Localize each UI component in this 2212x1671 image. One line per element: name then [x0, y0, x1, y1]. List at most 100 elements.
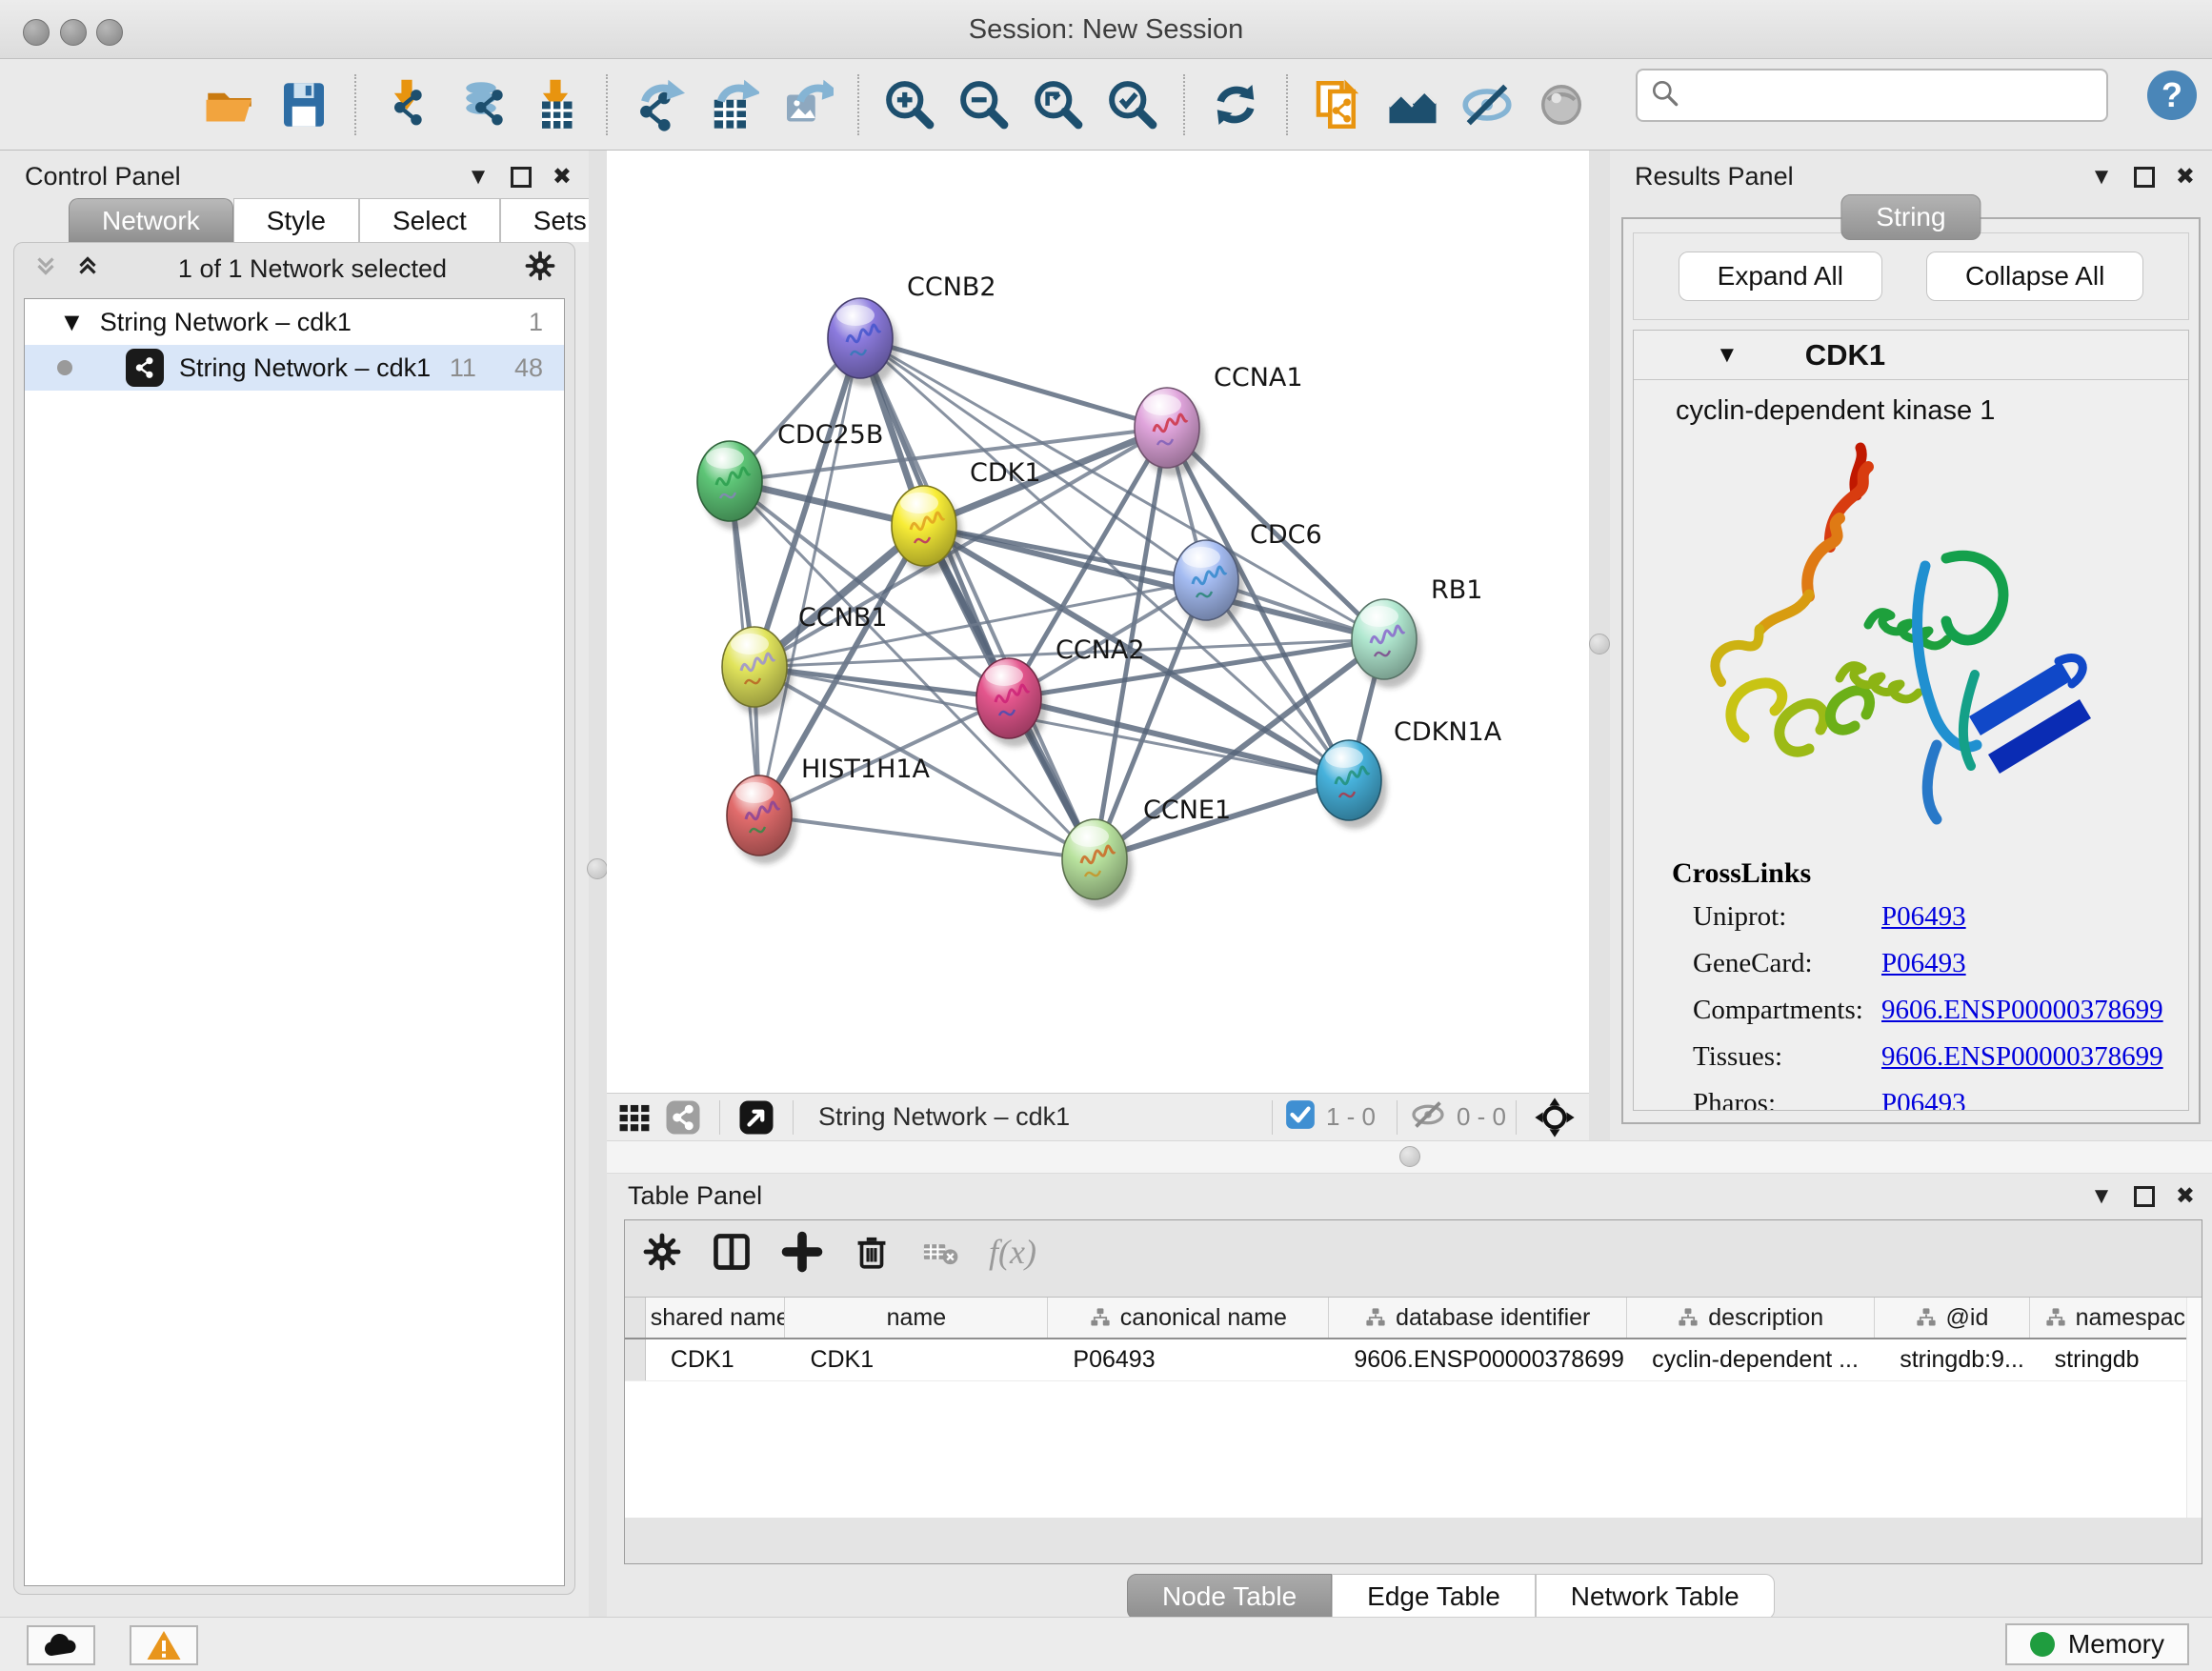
selected-count: 1 - 0: [1326, 1102, 1376, 1132]
column-header-namespac[interactable]: namespac: [2030, 1298, 2202, 1338]
zoom-fit-icon[interactable]: [1021, 70, 1096, 139]
network-node-CDC25B[interactable]: CDC25B: [697, 420, 883, 521]
save-session-icon[interactable]: [267, 70, 341, 139]
show-hide-icon[interactable]: [1450, 70, 1524, 139]
expand-all-icon[interactable]: [73, 252, 102, 287]
crosslink-link[interactable]: 9606.ENSP00000378699: [1881, 995, 2163, 1026]
tab-network[interactable]: Network: [69, 198, 233, 242]
export-table-icon[interactable]: [695, 70, 770, 139]
float-panel-icon[interactable]: ▼: [2090, 164, 2113, 191]
maximize-panel-icon[interactable]: [511, 167, 532, 188]
network-node-CCNB2[interactable]: CCNB2: [828, 272, 996, 378]
copy-style-icon[interactable]: [1301, 70, 1376, 139]
column-header-canonical-name[interactable]: canonical name: [1048, 1298, 1329, 1338]
network-node-CCNE1[interactable]: CCNE1: [1062, 795, 1231, 899]
float-panel-icon[interactable]: ▼: [467, 164, 490, 191]
import-database-icon[interactable]: [444, 70, 518, 139]
table-cell[interactable]: P06493: [1048, 1339, 1329, 1380]
function-builder-icon[interactable]: f(x): [989, 1232, 1036, 1272]
column-header-description[interactable]: description: [1627, 1298, 1875, 1338]
table-cell[interactable]: stringdb: [2030, 1339, 2202, 1380]
string-view-icon[interactable]: [664, 1098, 702, 1137]
horizontal-splitter[interactable]: [607, 1140, 2212, 1174]
column-header-database-identifier[interactable]: database identifier: [1329, 1298, 1627, 1338]
tree-caret-icon[interactable]: ▼: [59, 308, 85, 337]
network-canvas[interactable]: CCNB2CCNA1CDC25BCDK1CDC6RB1CCNB1CCNA2CDK…: [607, 151, 1589, 1093]
selected-checkbox-icon[interactable]: [1284, 1098, 1317, 1136]
close-panel-icon[interactable]: ✖: [553, 163, 572, 191]
help-button[interactable]: ?: [2147, 70, 2197, 120]
zoom-out-icon[interactable]: [947, 70, 1021, 139]
close-panel-icon[interactable]: ✖: [2176, 163, 2195, 191]
import-table-icon[interactable]: [518, 70, 593, 139]
maximize-panel-icon[interactable]: [2134, 167, 2155, 188]
column-header-name[interactable]: name: [785, 1298, 1048, 1338]
gene-section-header[interactable]: ▼ CDK1: [1634, 331, 2188, 380]
table-cell[interactable]: 9606.ENSP00000378699: [1329, 1339, 1627, 1380]
show-columns-icon[interactable]: [711, 1231, 753, 1273]
section-caret-icon[interactable]: ▼: [1716, 342, 1739, 369]
search-input[interactable]: [1681, 81, 2106, 111]
crosslink-link[interactable]: P06493: [1881, 901, 1966, 933]
table-cell[interactable]: cyclin-dependent ...: [1627, 1339, 1875, 1380]
float-panel-icon[interactable]: ▼: [2090, 1183, 2113, 1210]
zoom-selected-icon[interactable]: [1096, 70, 1170, 139]
crosslink-link[interactable]: P06493: [1881, 1088, 1966, 1111]
vertical-splitter-left[interactable]: [589, 151, 607, 1617]
import-network-icon[interactable]: [370, 70, 444, 139]
cloud-status-button[interactable]: [27, 1625, 95, 1665]
tab-edge-table[interactable]: Edge Table: [1332, 1574, 1536, 1620]
fit-content-crosshair-icon[interactable]: [1534, 1097, 1576, 1138]
export-view-icon[interactable]: [737, 1098, 775, 1137]
network-collection-row[interactable]: ▼ String Network – cdk1 1: [25, 299, 564, 345]
close-panel-icon[interactable]: ✖: [2176, 1182, 2195, 1210]
splitter-handle[interactable]: [587, 858, 608, 879]
network-node-CCNA1[interactable]: CCNA1: [1135, 363, 1303, 468]
collapse-all-icon[interactable]: [31, 252, 60, 287]
memory-button[interactable]: Memory: [2005, 1623, 2189, 1665]
vertical-splitter-right[interactable]: [1589, 151, 1610, 1140]
add-column-icon[interactable]: [781, 1231, 823, 1273]
export-network-icon[interactable]: [621, 70, 695, 139]
table-cell[interactable]: CDK1: [646, 1339, 786, 1380]
table-cell[interactable]: CDK1: [785, 1339, 1048, 1380]
table-gear-icon[interactable]: [642, 1232, 682, 1272]
crosslink-link[interactable]: P06493: [1881, 948, 1966, 979]
current-network-dot: [57, 360, 72, 375]
open-session-icon[interactable]: [192, 70, 267, 139]
gear-icon[interactable]: [523, 249, 557, 290]
tab-string[interactable]: String: [1840, 194, 1981, 240]
table-cell[interactable]: stringdb:9...: [1875, 1339, 2029, 1380]
network-tree: ▼ String Network – cdk1 1 String Network…: [24, 298, 565, 1586]
delete-table-icon[interactable]: [920, 1232, 960, 1272]
table-row[interactable]: CDK1CDK1P064939606.ENSP00000378699cyclin…: [625, 1339, 2202, 1381]
network-row[interactable]: String Network – cdk1 11 48: [25, 345, 564, 391]
network-node-CDKN1A[interactable]: CDKN1A: [1317, 717, 1502, 820]
network-label: String Network – cdk1: [179, 353, 431, 383]
tab-node-table[interactable]: Node Table: [1127, 1574, 1332, 1620]
splitter-handle[interactable]: [1399, 1146, 1420, 1167]
network-view-title: String Network – cdk1: [818, 1102, 1260, 1132]
tab-network-table[interactable]: Network Table: [1536, 1574, 1775, 1620]
hidden-eye-icon[interactable]: [1409, 1096, 1447, 1138]
network-overview-icon[interactable]: [1376, 70, 1450, 139]
column-header--id[interactable]: @id: [1875, 1298, 2029, 1338]
maximize-panel-icon[interactable]: [2134, 1186, 2155, 1207]
export-image-icon[interactable]: [770, 70, 844, 139]
expand-all-button[interactable]: Expand All: [1679, 252, 1882, 301]
collapse-all-button[interactable]: Collapse All: [1926, 252, 2143, 301]
node-label-CCNE1: CCNE1: [1143, 795, 1231, 825]
refresh-layout-icon[interactable]: [1198, 70, 1273, 139]
tab-select[interactable]: Select: [359, 198, 500, 242]
zoom-in-icon[interactable]: [873, 70, 947, 139]
search-icon: [1649, 77, 1681, 114]
splitter-handle[interactable]: [1589, 634, 1610, 654]
tab-style[interactable]: Style: [233, 198, 359, 242]
warning-status-button[interactable]: [130, 1625, 198, 1665]
column-header-shared-name[interactable]: shared name: [646, 1298, 785, 1338]
delete-column-icon[interactable]: [852, 1232, 892, 1272]
crosslink-link[interactable]: 9606.ENSP00000378699: [1881, 1041, 2163, 1073]
table-vertical-scrollbar[interactable]: [2186, 1298, 2202, 1518]
eye-icon[interactable]: [1524, 70, 1599, 139]
birdseye-view-icon[interactable]: [616, 1099, 653, 1136]
